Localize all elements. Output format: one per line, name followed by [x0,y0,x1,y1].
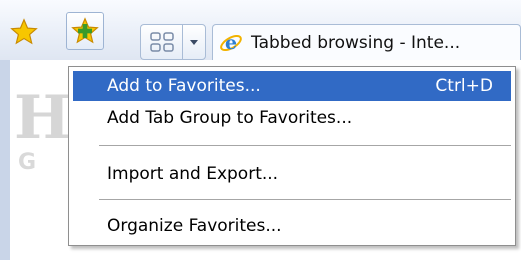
menu-item-import-export[interactable]: Import and Export... [73,159,511,189]
svg-text:e: e [225,32,237,54]
tab-list-button[interactable] [182,24,206,60]
menu-separator [99,199,511,200]
menu-item-add-tab-group[interactable]: Add Tab Group to Favorites... [73,103,511,133]
menu-item-add-to-favorites[interactable]: Add to Favorites... Ctrl+D [73,71,511,101]
favorites-dropdown-menu: Add to Favorites... Ctrl+D Add Tab Group… [68,66,516,246]
chevron-down-icon [190,40,198,45]
menu-item-label: Organize Favorites... [107,216,282,236]
menu-item-label: Import and Export... [107,164,279,184]
menu-item-shortcut: Ctrl+D [435,76,493,96]
menu-item-label: Add Tab Group to Favorites... [107,108,353,128]
browser-tab[interactable]: e Tabbed browsing - Inte... [212,24,521,60]
favorites-star-icon [10,18,38,45]
page-background-logo-sub: G [18,150,37,175]
quick-tabs-button[interactable] [140,24,183,60]
add-favorites-star-icon [71,17,99,44]
menu-item-organize-favorites[interactable]: Organize Favorites... [73,211,511,241]
internet-explorer-icon: e [220,32,242,54]
tab-title: Tabbed browsing - Inte... [251,32,461,53]
favorites-center-button[interactable] [6,14,42,50]
quick-tabs-icon [150,32,174,52]
menu-separator [99,145,511,146]
menu-item-label: Add to Favorites... [107,76,261,96]
page-background-logo: H [14,83,71,153]
window-frame [0,60,10,260]
add-to-favorites-button[interactable] [66,12,104,50]
command-bar: e Tabbed browsing - Inte... [0,0,521,60]
